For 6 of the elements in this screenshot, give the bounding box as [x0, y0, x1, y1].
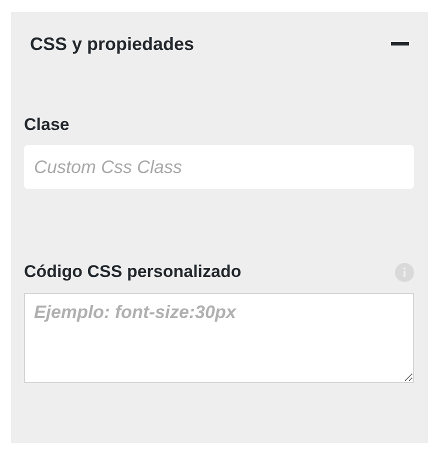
input-field[interactable]: Custom Css Class: [24, 145, 414, 189]
field-label: Código CSS personalizado: [24, 261, 242, 284]
field-label: Clase: [24, 114, 70, 136]
code-text-area[interactable]: Ejemplo: font-size:30px: [24, 293, 414, 383]
minus-icon[interactable]: [391, 42, 409, 46]
panel-title: CSS y propiedades: [30, 32, 194, 56]
